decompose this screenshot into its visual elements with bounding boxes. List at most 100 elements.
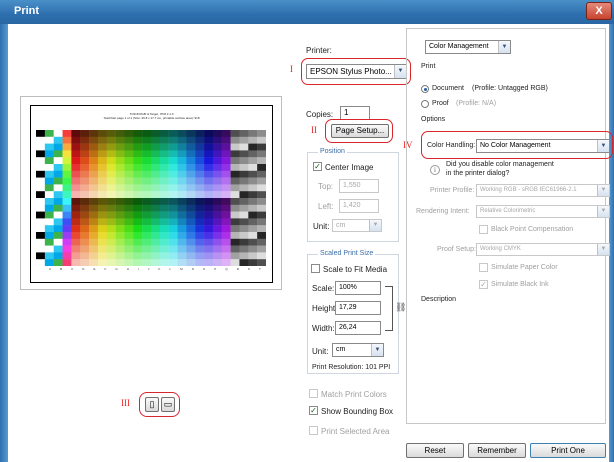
color-patch [115, 150, 125, 158]
color-patch [62, 204, 72, 212]
color-patch [195, 259, 205, 266]
printer-profile-select[interactable]: Working RGB - sRGB IEC61966-2.1 ▼ [476, 184, 610, 197]
color-patch [36, 259, 46, 266]
color-patch [212, 238, 222, 246]
color-patch [97, 170, 107, 178]
print-selected-area-checkbox[interactable] [309, 426, 318, 435]
color-patch [89, 259, 99, 266]
simulate-black-ink-checkbox[interactable]: ✓ [479, 280, 488, 289]
color-patch [80, 198, 90, 205]
top-input[interactable]: 1,550 [339, 179, 379, 193]
preview-page: TC918 RGB i1 Target, ITF8 2.1.0 TestChar… [30, 105, 273, 283]
color-patch [71, 218, 81, 226]
document-radio[interactable] [421, 85, 429, 93]
column-letter: D [82, 267, 85, 271]
options-heading: Options [421, 116, 446, 123]
color-patch [195, 232, 205, 239]
show-bounding-box-checkbox[interactable]: ✓ [309, 406, 318, 415]
print-one-button[interactable]: Print One [530, 443, 606, 458]
color-patch [133, 170, 143, 178]
scale-to-fit-checkbox[interactable] [311, 264, 320, 273]
color-handling-label: Color Handling: [427, 142, 476, 149]
color-patch [124, 191, 134, 199]
color-patch [204, 150, 214, 158]
color-patch [133, 191, 143, 199]
color-patch [257, 204, 266, 212]
color-patch [239, 177, 249, 185]
color-patch [106, 136, 116, 144]
width-input[interactable]: 26,24 [335, 321, 381, 335]
color-patch [44, 252, 54, 260]
remember-button[interactable]: Remember [468, 443, 526, 458]
color-patch [248, 252, 258, 260]
panel-mode-select[interactable]: Color Management ▼ [425, 40, 511, 54]
color-patch [177, 204, 187, 212]
color-patch [239, 232, 249, 239]
color-patch [168, 130, 178, 137]
simulate-paper-color-checkbox[interactable] [479, 263, 488, 272]
color-patch [71, 157, 81, 165]
color-patch [257, 232, 266, 239]
height-input[interactable]: 17,29 [335, 301, 381, 315]
rendering-intent-value: Relative Colorimetric [480, 208, 536, 214]
description-heading: Description [421, 296, 457, 303]
copies-input[interactable]: 1 [340, 106, 370, 120]
color-patch [80, 225, 90, 233]
color-patch [124, 150, 134, 158]
close-button[interactable]: X [586, 2, 612, 20]
proof-radio[interactable] [421, 100, 429, 108]
color-patch [168, 157, 178, 165]
center-image-checkbox[interactable]: ✓ [313, 162, 322, 171]
color-patch [151, 143, 161, 151]
color-patch [115, 198, 125, 205]
color-patch [124, 204, 134, 212]
color-patch [89, 218, 99, 226]
landscape-orientation-button[interactable]: ▭ [161, 397, 175, 412]
color-patch [177, 143, 187, 151]
color-patch [80, 204, 90, 212]
color-patch [106, 218, 116, 226]
color-patch [80, 143, 90, 151]
printer-select[interactable]: EPSON Stylus Photo... ▼ [306, 64, 407, 79]
scaled-unit-select[interactable]: cm ▼ [332, 343, 384, 357]
color-patch [186, 211, 196, 219]
color-patch [204, 164, 214, 171]
color-patch [221, 150, 231, 158]
color-patch [124, 184, 134, 192]
color-patch [239, 204, 249, 212]
color-patch [159, 204, 169, 212]
proof-setup-select[interactable]: Working CMYK ▼ [476, 243, 610, 256]
reset-button[interactable]: Reset [406, 443, 464, 458]
color-patch [248, 164, 258, 171]
color-patch [97, 164, 107, 171]
portrait-orientation-button[interactable]: ▯ [145, 397, 159, 412]
color-patch [44, 211, 54, 219]
color-patch [62, 218, 72, 226]
color-handling-select[interactable]: No Color Management ▼ [476, 139, 610, 153]
color-patch [159, 157, 169, 165]
color-patch [195, 245, 205, 253]
position-unit-select[interactable]: cm ▼ [332, 219, 382, 232]
color-patch [195, 191, 205, 199]
title-bar[interactable]: Print X [0, 0, 614, 24]
column-letter: F [104, 267, 107, 271]
column-letter: K [158, 267, 161, 271]
color-patch [212, 150, 222, 158]
color-handling-value: No Color Management [480, 142, 551, 149]
scale-input[interactable]: 100% [335, 281, 381, 295]
color-patch [239, 218, 249, 226]
column-letter: P [214, 267, 217, 271]
rendering-intent-select[interactable]: Relative Colorimetric ▼ [476, 205, 610, 218]
color-patch [239, 252, 249, 260]
color-patch [230, 218, 240, 226]
color-patch [36, 177, 46, 185]
left-input[interactable]: 1,420 [339, 199, 379, 213]
black-point-compensation-checkbox[interactable] [479, 225, 488, 234]
color-patch [44, 245, 54, 253]
color-patch [230, 225, 240, 233]
page-setup-button[interactable]: Page Setup... [331, 124, 389, 138]
color-patch [106, 198, 116, 205]
chain-link-icon[interactable]: ⛓ [395, 302, 406, 313]
match-print-colors-checkbox[interactable] [309, 389, 318, 398]
color-patch [115, 191, 125, 199]
